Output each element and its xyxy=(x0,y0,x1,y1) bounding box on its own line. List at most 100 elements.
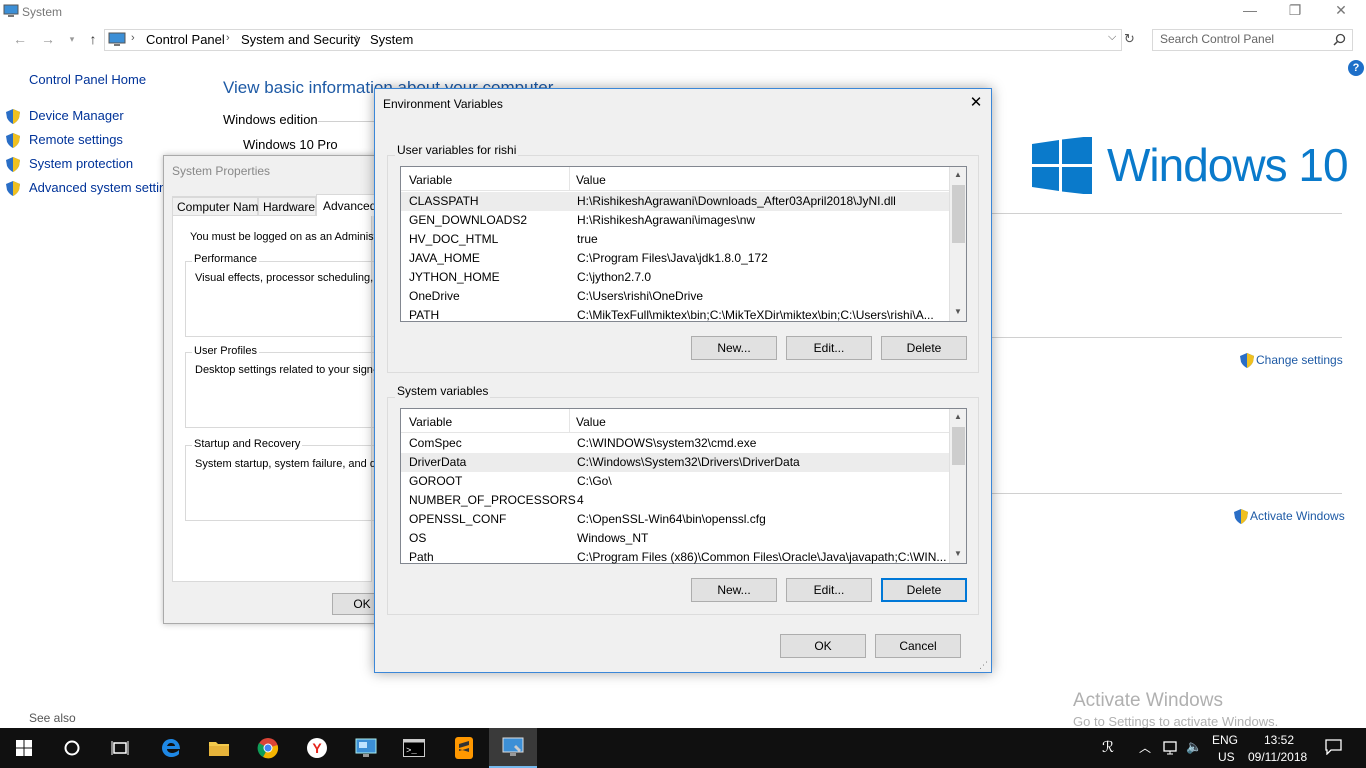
change-settings-link[interactable]: Change settings xyxy=(1240,352,1350,370)
activation-watermark-text: Go to Settings to activate Windows. xyxy=(1073,714,1279,728)
search-icon[interactable] xyxy=(1333,33,1346,46)
network-icon[interactable] xyxy=(1163,741,1181,755)
table-row[interactable]: Path C:\Program Files (x86)\Common Files\… xyxy=(401,548,949,564)
restore-button[interactable]: ❐ xyxy=(1272,2,1318,22)
scrollbar[interactable]: ▲ ▼ xyxy=(949,409,966,563)
clock-time[interactable]: 13:52 xyxy=(1264,733,1294,747)
table-row[interactable]: DriverData C:\Windows\System32\Drivers\Dr… xyxy=(401,453,949,472)
system-properties-dialog: System Properties Computer Name Hardware… xyxy=(163,155,392,624)
scroll-down-icon[interactable]: ▼ xyxy=(954,307,962,316)
ok-button[interactable]: OK xyxy=(780,634,866,658)
scroll-up-icon[interactable]: ▲ xyxy=(954,412,962,421)
user-new-button[interactable]: New... xyxy=(691,336,777,360)
scrollbar[interactable]: ▲ ▼ xyxy=(949,167,966,321)
taskbar-app-yandex[interactable]: Y xyxy=(293,728,341,768)
scroll-up-icon[interactable]: ▲ xyxy=(954,170,962,179)
tab-computer-name[interactable]: Computer Name xyxy=(172,197,265,216)
cortana-button[interactable] xyxy=(48,728,96,768)
taskbar-app-edge[interactable] xyxy=(147,728,195,768)
breadcrumb-control-panel[interactable]: Control Panel xyxy=(146,32,225,47)
scroll-thumb[interactable] xyxy=(952,427,965,465)
tab-hardware[interactable]: Hardware xyxy=(258,197,316,216)
taskbar-app-chrome[interactable] xyxy=(244,728,292,768)
resize-grip-icon[interactable]: ⋰ xyxy=(979,660,988,671)
refresh-icon[interactable]: ↻ xyxy=(1124,31,1135,47)
scroll-thumb[interactable] xyxy=(952,185,965,243)
table-row[interactable]: OneDrive C:\Users\rishi\OneDrive xyxy=(401,287,949,306)
table-row[interactable]: OS Windows_NT xyxy=(401,529,949,548)
sidebar-item-label: Advanced system settings xyxy=(29,180,166,195)
table-row[interactable]: PATH C:\MikTexFull\miktex\bin;C:\MikTeXDi… xyxy=(401,306,949,322)
sidebar-item-remote-settings[interactable]: Remote settings xyxy=(6,132,166,150)
up-arrow-icon[interactable]: ↑ xyxy=(83,31,103,49)
start-button[interactable] xyxy=(0,728,48,768)
variable-value-cell: C:\Program Files (x86)\Common Files\Orac… xyxy=(577,550,947,564)
column-header-variable[interactable]: Variable xyxy=(409,415,452,429)
startup-recovery-group xyxy=(185,445,380,521)
table-row[interactable]: JAVA_HOME C:\Program Files\Java\jdk1.8.0_… xyxy=(401,249,949,268)
system-new-button[interactable]: New... xyxy=(691,578,777,602)
scroll-down-icon[interactable]: ▼ xyxy=(954,549,962,558)
sidebar-item-system-protection[interactable]: System protection xyxy=(6,156,166,174)
user-delete-button[interactable]: Delete xyxy=(881,336,967,360)
table-row[interactable]: ComSpec C:\WINDOWS\system32\cmd.exe xyxy=(401,434,949,453)
table-row[interactable]: GEN_DOWNLOADS2 H:\RishikeshAgrawani\image… xyxy=(401,211,949,230)
taskbar-app-system-active[interactable] xyxy=(489,728,537,768)
title-bar xyxy=(0,0,1366,26)
table-row[interactable]: GOROOT C:\Go\ xyxy=(401,472,949,491)
help-icon[interactable]: ? xyxy=(1348,60,1364,76)
people-icon[interactable]: ℛ xyxy=(1102,738,1114,756)
sidebar-item-device-manager[interactable]: Device Manager xyxy=(6,108,166,126)
action-center-icon[interactable] xyxy=(1325,739,1342,755)
recent-locations-icon[interactable]: ▾ xyxy=(62,34,82,52)
window-title: System xyxy=(22,5,63,19)
clock-date[interactable]: 09/11/2018 xyxy=(1248,750,1307,764)
taskbar-app-control-panel[interactable] xyxy=(342,728,390,768)
variable-value-cell: C:\Go\ xyxy=(577,474,612,488)
forward-arrow-icon[interactable]: → xyxy=(38,31,58,49)
show-hidden-icons-icon[interactable]: ︿ xyxy=(1139,739,1151,756)
taskbar-app-sublime[interactable] xyxy=(440,728,488,768)
windows-start-icon xyxy=(16,740,32,756)
table-row[interactable]: OPENSSL_CONF C:\OpenSSL-Win64\bin\openssl… xyxy=(401,510,949,529)
volume-icon[interactable]: 🔈 xyxy=(1186,739,1202,755)
close-button[interactable]: ✕ xyxy=(1318,2,1364,22)
windows-10-logo-text: Windows 10 xyxy=(1107,139,1349,191)
dialog-close-button[interactable]: ✕ xyxy=(961,93,991,115)
address-dropdown-icon[interactable]: ⌵ xyxy=(1108,31,1116,44)
windows-logo-icon xyxy=(1032,137,1092,194)
sidebar-item-advanced-system-settings[interactable]: Advanced system settings xyxy=(6,180,166,198)
breadcrumb-system-security[interactable]: System and Security xyxy=(241,32,360,47)
column-header-variable[interactable]: Variable xyxy=(409,173,452,187)
user-edit-button[interactable]: Edit... xyxy=(786,336,872,360)
activate-windows-link[interactable]: Activate Windows xyxy=(1234,508,1349,526)
table-row[interactable]: JYTHON_HOME C:\jython2.7.0 xyxy=(401,268,949,287)
table-row[interactable]: HV_DOC_HTML true xyxy=(401,230,949,249)
table-row[interactable]: CLASSPATH H:\RishikeshAgrawani\Downloads_… xyxy=(401,192,949,211)
taskbar-app-file-explorer[interactable] xyxy=(195,728,243,768)
table-row[interactable]: NUMBER_OF_PROCESSORS 4 xyxy=(401,491,949,510)
column-header-value[interactable]: Value xyxy=(576,415,606,429)
variable-value-cell: 4 xyxy=(577,493,584,507)
shield-icon xyxy=(1234,509,1248,524)
minimize-button[interactable]: — xyxy=(1227,2,1273,22)
column-header-value[interactable]: Value xyxy=(576,173,606,187)
system-delete-button[interactable]: Delete xyxy=(881,578,967,602)
input-region[interactable]: US xyxy=(1218,750,1235,764)
change-settings-label: Change settings xyxy=(1256,353,1343,367)
back-arrow-icon[interactable]: ← xyxy=(10,31,30,49)
variable-name-cell: DriverData xyxy=(409,455,467,469)
tab-advanced[interactable]: Advanced xyxy=(316,194,376,216)
system-variables-list[interactable]: Variable Value ComSpec C:\WINDOWS\system3… xyxy=(400,408,967,564)
task-view-button[interactable] xyxy=(96,728,144,768)
variable-value-cell: C:\WINDOWS\system32\cmd.exe xyxy=(577,436,757,450)
cancel-button[interactable]: Cancel xyxy=(875,634,961,658)
taskbar-app-cmd[interactable]: >_ xyxy=(390,728,438,768)
variable-name-cell: JYTHON_HOME xyxy=(409,270,500,284)
control-panel-home-link[interactable]: Control Panel Home xyxy=(29,72,146,87)
system-edit-button[interactable]: Edit... xyxy=(786,578,872,602)
input-language[interactable]: ENG xyxy=(1212,733,1238,747)
list-header xyxy=(401,409,949,433)
user-variables-list[interactable]: Variable Value CLASSPATH H:\RishikeshAgra… xyxy=(400,166,967,322)
breadcrumb-system[interactable]: System xyxy=(370,32,413,47)
